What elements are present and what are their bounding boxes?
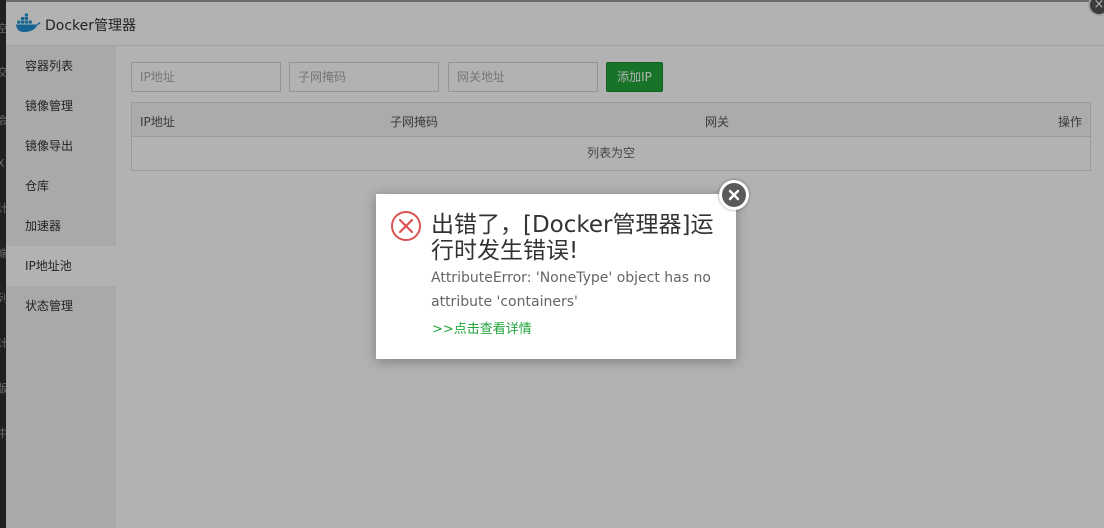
error-dialog: 出错了，[Docker管理器]运行时发生错误! AttributeError: …: [376, 180, 749, 359]
view-details-link[interactable]: >>点击查看详情: [432, 318, 532, 337]
close-icon[interactable]: [719, 180, 749, 210]
error-message: AttributeError: 'NoneType' object has no…: [431, 270, 711, 310]
error-circle-x-icon: [391, 211, 421, 241]
error-title: 出错了，[Docker管理器]运行时发生错误!: [431, 212, 714, 264]
